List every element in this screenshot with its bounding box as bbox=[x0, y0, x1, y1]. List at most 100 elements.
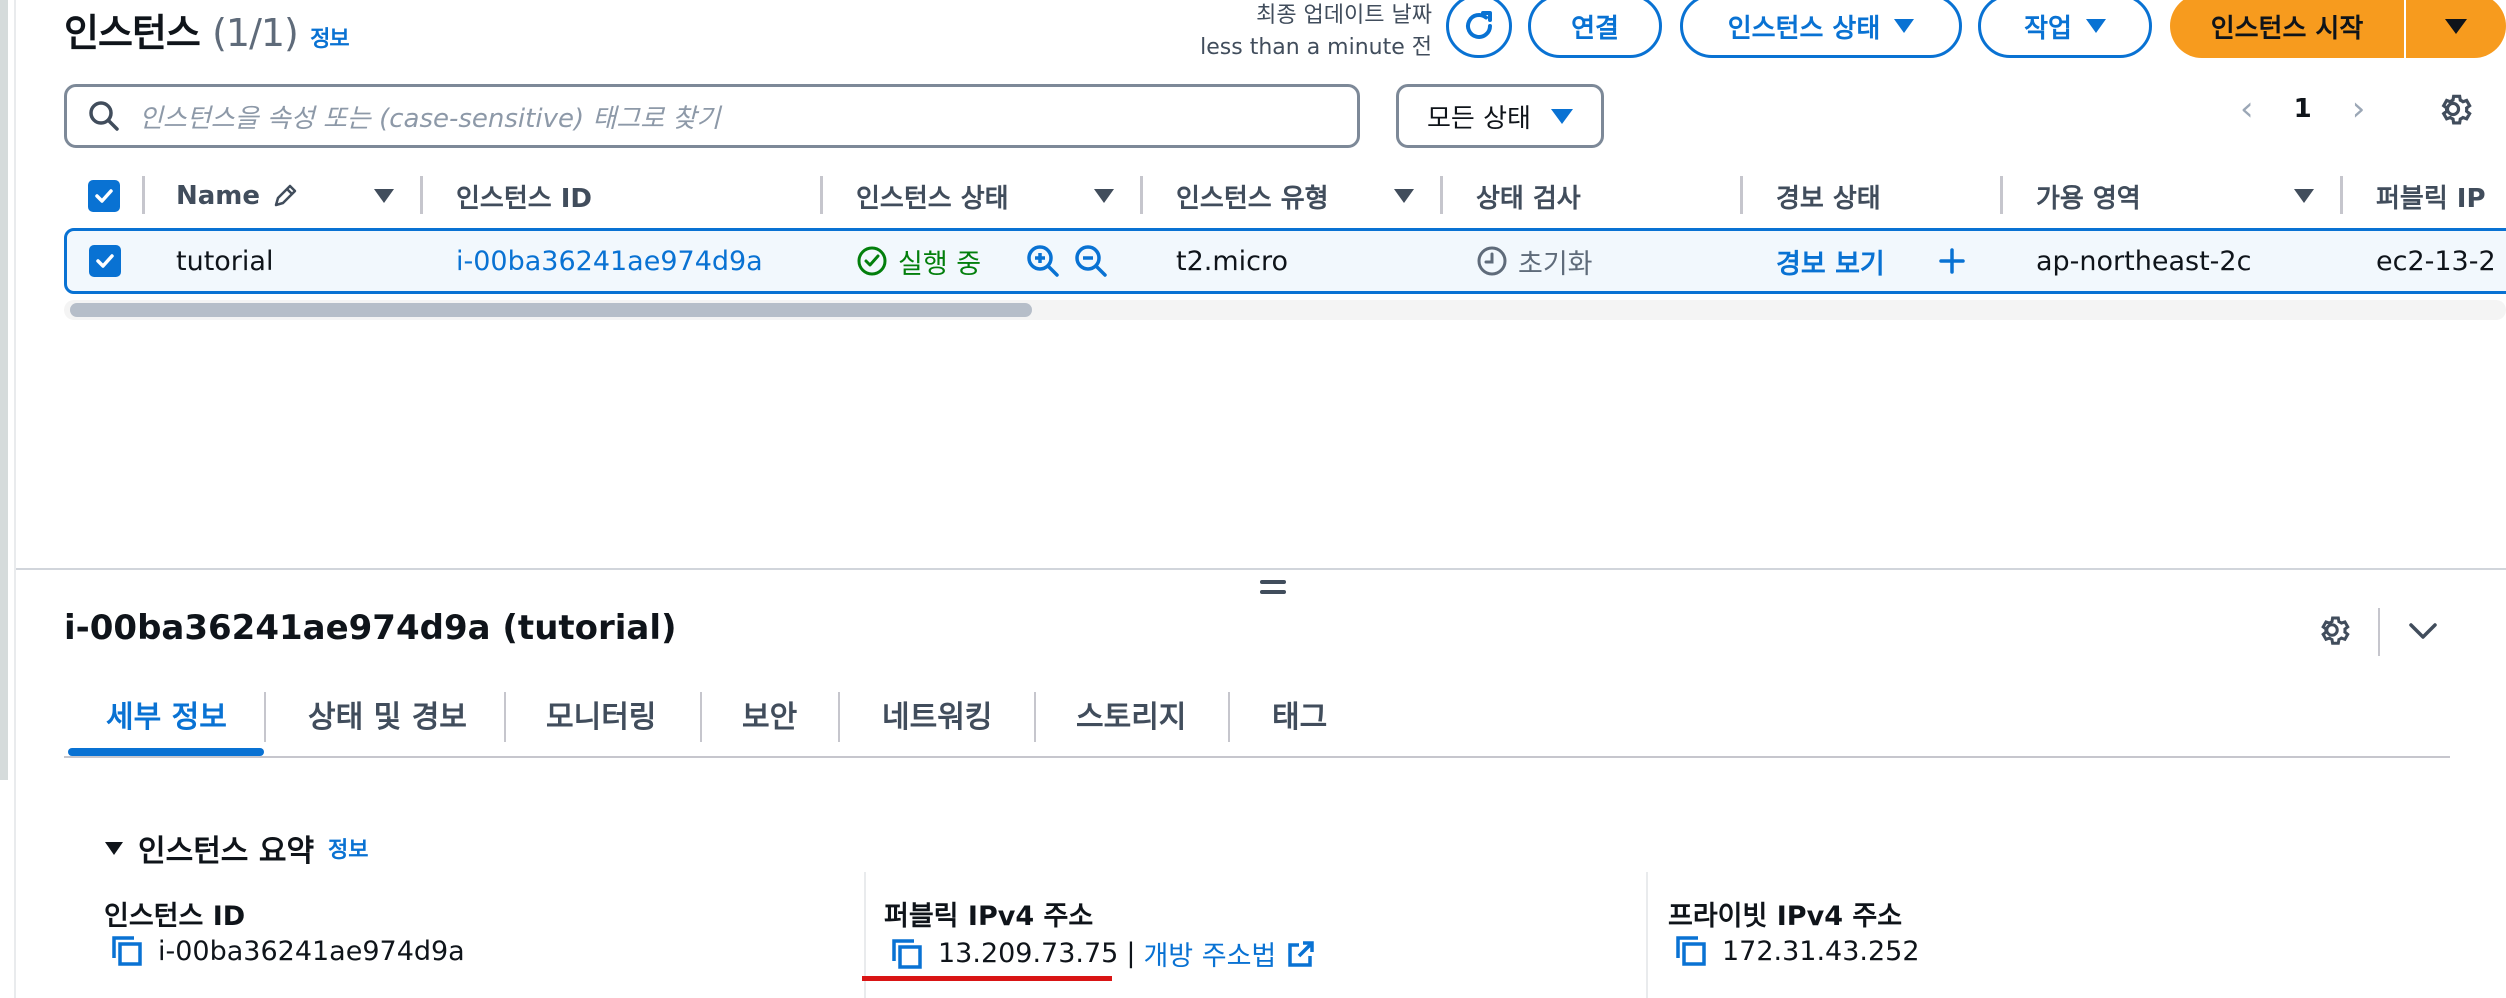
add-alarm-button[interactable] bbox=[1937, 231, 1967, 291]
prev-page-icon[interactable]: ‹ bbox=[2240, 89, 2254, 129]
panel-settings-gear-icon[interactable] bbox=[2314, 612, 2350, 648]
instance-state-button[interactable]: 인스턴스 상태 bbox=[1680, 0, 1962, 58]
instance-state-text: 실행 중 bbox=[898, 248, 982, 280]
check-icon bbox=[96, 254, 114, 268]
column-separator bbox=[2340, 176, 2343, 214]
column-separator bbox=[1646, 872, 1648, 998]
page-title-text: 인스턴스 bbox=[64, 11, 201, 55]
drag-handle-icon[interactable] bbox=[1260, 580, 1286, 600]
next-page-icon[interactable]: › bbox=[2352, 89, 2366, 129]
column-header-instance-id[interactable]: 인스턴스 ID bbox=[456, 168, 592, 224]
caret-down-icon bbox=[2085, 19, 2106, 33]
sort-icon[interactable] bbox=[1094, 189, 1114, 203]
table-header: Name 인스턴스 ID 인스턴스 상태 인스턴스 유형 상태 검사 경보 상태… bbox=[64, 168, 2506, 224]
sort-icon[interactable] bbox=[1394, 189, 1414, 203]
zoom-in-icon[interactable] bbox=[1025, 243, 1061, 279]
column-separator bbox=[1740, 176, 1743, 214]
refresh-button[interactable] bbox=[1446, 0, 1512, 58]
search-placeholder: 인스턴스을 속성 또는 (case-sensitive) 태그로 찾기 bbox=[139, 103, 721, 134]
column-header-alarm-status[interactable]: 경보 상태 bbox=[1776, 168, 1881, 224]
select-all-checkbox[interactable] bbox=[88, 168, 120, 224]
launch-instance-button[interactable]: 인스턴스 시작 bbox=[2170, 0, 2404, 58]
column-label: Name bbox=[176, 181, 261, 211]
preferences-gear-icon[interactable] bbox=[2434, 90, 2472, 128]
last-updated: 최종 업데이트 날짜 less than a minute 전 bbox=[1200, 0, 1432, 64]
tab-separator bbox=[700, 692, 702, 742]
state-filter-select[interactable]: 모든 상태 bbox=[1396, 84, 1604, 148]
instance-id-label: 인스턴스 ID bbox=[104, 901, 246, 932]
copy-icon[interactable] bbox=[890, 937, 924, 971]
summary-heading: 인스턴스 요약 bbox=[138, 834, 315, 869]
public-ipv4-value: 13.209.73.75 bbox=[938, 938, 1119, 969]
cell-instance-id-link[interactable]: i-00ba36241ae974d9a bbox=[456, 231, 763, 291]
connect-button[interactable]: 연결 bbox=[1528, 0, 1662, 58]
actions-label: 작업 bbox=[2024, 13, 2072, 44]
column-separator bbox=[2000, 176, 2003, 214]
tab-tags[interactable]: 태그 bbox=[1272, 686, 1327, 742]
column-header-availability-zone[interactable]: 가용 영역 bbox=[2036, 168, 2141, 224]
open-address-link[interactable]: 개방 주소법 bbox=[1143, 934, 1276, 973]
sort-icon[interactable] bbox=[374, 189, 394, 203]
zoom-out-icon[interactable] bbox=[1073, 243, 1109, 279]
column-separator bbox=[1440, 176, 1443, 214]
checkbox-checked bbox=[88, 180, 120, 212]
actions-button[interactable]: 작업 bbox=[1978, 0, 2152, 58]
scrollbar-thumb[interactable] bbox=[70, 303, 1032, 317]
column-header-public-ip[interactable]: 퍼블릭 IP bbox=[2376, 168, 2486, 224]
refresh-icon bbox=[1466, 11, 1492, 39]
header-divider bbox=[2378, 608, 2380, 656]
pagination: ‹ 1 › bbox=[2240, 84, 2365, 134]
caret-down-icon bbox=[1550, 108, 1573, 124]
check-circle-icon bbox=[857, 246, 887, 276]
column-header-instance-type[interactable]: 인스턴스 유형 bbox=[1176, 168, 1329, 224]
page-scrollbar[interactable] bbox=[0, 0, 8, 780]
collapse-chevron-down-icon[interactable] bbox=[2406, 618, 2440, 644]
cell-instance-type: t2.micro bbox=[1176, 245, 1289, 277]
tab-separator bbox=[264, 692, 266, 742]
public-ipv4-label: 퍼블릭 IPv4 주소 bbox=[884, 901, 1094, 932]
status-check-text: 초기화 bbox=[1518, 248, 1593, 280]
cell-public-ip: ec2-13-2 bbox=[2376, 245, 2496, 277]
column-separator bbox=[142, 176, 145, 214]
column-label: 상태 검사 bbox=[1476, 183, 1581, 214]
active-tab-indicator bbox=[68, 748, 264, 756]
copy-icon[interactable] bbox=[1674, 934, 1708, 968]
copy-icon[interactable] bbox=[110, 934, 144, 968]
split-panel-divider bbox=[16, 568, 2506, 570]
tab-status-alarms[interactable]: 상태 및 경보 bbox=[308, 686, 467, 742]
column-header-name[interactable]: Name bbox=[176, 168, 300, 224]
tab-details[interactable]: 세부 정보 bbox=[106, 686, 227, 742]
zoom-controls bbox=[1025, 231, 1109, 291]
tab-monitoring[interactable]: 모니터링 bbox=[546, 686, 656, 742]
external-link-icon[interactable] bbox=[1286, 939, 1316, 969]
clock-icon bbox=[1477, 246, 1507, 276]
column-label: 가용 영역 bbox=[2036, 183, 2141, 214]
check-icon bbox=[95, 189, 113, 203]
tab-separator bbox=[504, 692, 506, 742]
tab-security[interactable]: 보안 bbox=[742, 686, 797, 742]
tab-storage[interactable]: 스토리지 bbox=[1076, 686, 1186, 742]
sort-icon[interactable] bbox=[2294, 189, 2314, 203]
search-input[interactable]: 인스턴스을 속성 또는 (case-sensitive) 태그로 찾기 bbox=[64, 84, 1360, 148]
column-header-instance-state[interactable]: 인스턴스 상태 bbox=[856, 168, 1009, 224]
summary-info-link[interactable]: 정보 bbox=[328, 832, 368, 864]
column-separator bbox=[420, 176, 423, 214]
column-separator bbox=[820, 176, 823, 214]
row-checkbox[interactable] bbox=[89, 231, 121, 291]
table-row[interactable]: tutorial i-00ba36241ae974d9a 실행 중 t2.mic… bbox=[64, 228, 2506, 294]
column-label: 경보 상태 bbox=[1776, 183, 1881, 214]
tab-networking[interactable]: 네트워킹 bbox=[882, 686, 992, 742]
pipe-separator: | bbox=[1126, 938, 1136, 969]
instance-summary-toggle[interactable]: 인스턴스 요약 정보 bbox=[104, 826, 369, 870]
public-ipv4-field: 13.209.73.75 | 개방 주소법 bbox=[890, 934, 1316, 973]
current-page[interactable]: 1 bbox=[2294, 94, 2312, 124]
info-link[interactable]: 정보 bbox=[310, 27, 349, 52]
instance-state-label: 인스턴스 상태 bbox=[1727, 13, 1881, 44]
last-updated-label: 최종 업데이트 날짜 bbox=[1256, 3, 1432, 28]
column-header-status-check[interactable]: 상태 검사 bbox=[1476, 168, 1581, 224]
caret-down-icon bbox=[1894, 19, 1915, 33]
launch-instance-dropdown[interactable] bbox=[2406, 0, 2506, 58]
instance-id-field: i-00ba36241ae974d9a bbox=[110, 934, 465, 968]
view-alarms-link[interactable]: 경보 보기 bbox=[1776, 231, 1885, 291]
tab-separator bbox=[1228, 692, 1230, 742]
